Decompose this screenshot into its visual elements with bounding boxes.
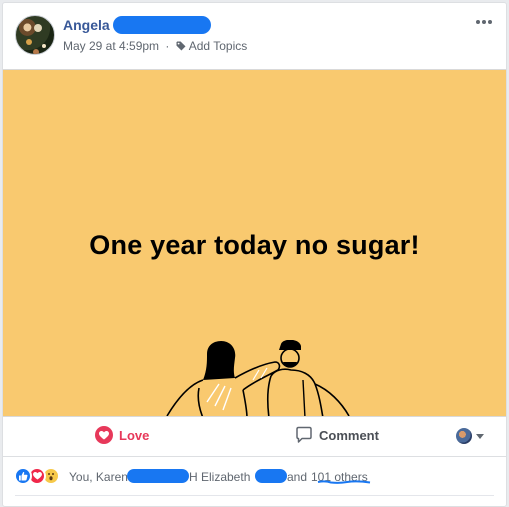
meta-separator: · — [165, 39, 170, 53]
add-topics-link[interactable]: Add Topics — [176, 39, 247, 53]
love-reaction-icon — [95, 426, 113, 444]
reaction-names-middle: H Elizabeth — [189, 470, 251, 484]
tag-icon — [176, 41, 186, 51]
author-avatar[interactable] — [15, 15, 55, 55]
name-redaction — [127, 469, 189, 483]
author-name[interactable]: Angela — [63, 17, 110, 33]
love-label: Love — [119, 427, 150, 443]
divider — [15, 495, 494, 496]
reactions-summary[interactable]: You, Karen H Elizabeth and 101 others — [3, 458, 506, 496]
more-horizontal-icon — [476, 20, 480, 24]
chevron-down-icon — [476, 433, 484, 439]
reaction-and: and — [287, 470, 308, 484]
love-button[interactable]: Love — [95, 426, 149, 444]
comment-icon — [296, 426, 312, 443]
more-options-button[interactable] — [474, 15, 494, 29]
profile-avatar-small — [456, 428, 472, 444]
name-redaction — [255, 469, 287, 483]
post-card: Angela May 29 at 4:59pm · Add Topics One… — [2, 2, 507, 507]
author-name-redaction — [113, 16, 211, 34]
reaction-icons — [14, 467, 66, 485]
post-banner: One year today no sugar! — [3, 69, 506, 417]
post-timestamp[interactable]: May 29 at 4:59pm — [63, 39, 159, 53]
like-icon — [14, 467, 32, 485]
post-actions-bar: Love Comment — [3, 417, 506, 457]
banner-text: One year today no sugar! — [89, 230, 420, 260]
reaction-names-prefix: You, Karen — [69, 470, 128, 484]
react-as-selector[interactable] — [456, 428, 484, 444]
post-header: Angela May 29 at 4:59pm · Add Topics — [3, 3, 506, 69]
comment-label: Comment — [319, 427, 379, 443]
post-meta: May 29 at 4:59pm · Add Topics — [63, 39, 247, 53]
add-topics-label: Add Topics — [188, 39, 248, 53]
comment-button[interactable]: Comment — [295, 426, 379, 444]
two-people-illustration — [166, 340, 350, 416]
scribble-underline — [317, 480, 371, 484]
